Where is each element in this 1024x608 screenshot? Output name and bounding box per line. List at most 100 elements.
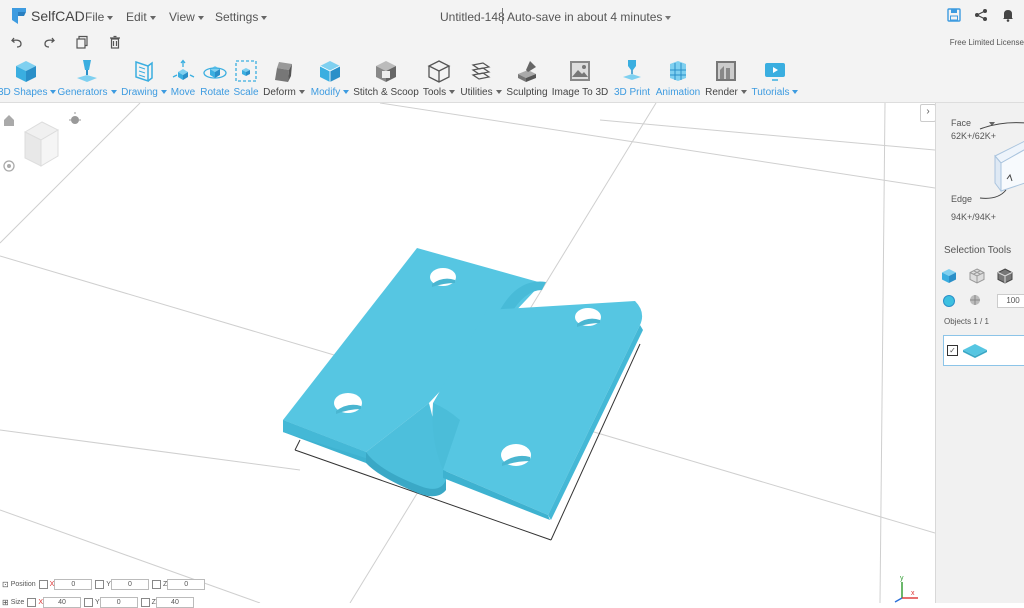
lock-size-y-checkbox[interactable] bbox=[84, 597, 93, 607]
menu-view[interactable]: View bbox=[169, 10, 204, 24]
chevron-down-icon bbox=[197, 15, 204, 20]
tool-rotate-label: Rotate bbox=[200, 87, 230, 98]
menu-edit[interactable]: Edit bbox=[126, 10, 156, 24]
face-pointer-icon bbox=[979, 122, 1024, 130]
edge-count: 94K+/94K+ bbox=[951, 212, 997, 222]
tool-sculpting-label: Sculpting bbox=[506, 87, 548, 98]
chevron-right-icon: › bbox=[926, 106, 930, 117]
app-name: SelfCAD bbox=[31, 8, 85, 24]
object-visibility-checkbox[interactable]: ✓ bbox=[947, 345, 958, 356]
select-face-icon[interactable] bbox=[969, 268, 985, 284]
autosave-text: Auto-save in about 4 minutes bbox=[507, 10, 663, 24]
tool-utilities[interactable]: Utilities bbox=[458, 58, 504, 98]
tool-generators-label: Generators bbox=[57, 87, 108, 98]
tool-modify[interactable]: Modify bbox=[308, 58, 352, 98]
size-z-input[interactable]: 40 bbox=[155, 596, 194, 608]
copy-icon[interactable] bbox=[75, 35, 89, 49]
face-label: Face bbox=[951, 118, 972, 128]
scene-canvas[interactable]: y x bbox=[0, 103, 935, 603]
lock-x-checkbox[interactable] bbox=[38, 579, 48, 589]
tools-icon bbox=[427, 60, 451, 83]
tool-stitch-scoop[interactable]: Stitch & Scoop bbox=[352, 58, 420, 98]
tool-drawing[interactable]: Drawing bbox=[120, 58, 168, 98]
license-label[interactable]: Free Limited License bbox=[950, 38, 1024, 47]
hinge-model[interactable] bbox=[283, 248, 643, 520]
select-edge-icon[interactable] bbox=[997, 268, 1013, 284]
selection-tools-title: Selection Tools bbox=[944, 245, 1012, 256]
size-y-input[interactable]: 0 bbox=[99, 596, 138, 608]
tool-tools[interactable]: Tools bbox=[421, 58, 457, 98]
chevron-down-icon bbox=[50, 90, 57, 95]
tool-move[interactable]: Move bbox=[168, 58, 198, 98]
panel-collapse-button[interactable]: › bbox=[920, 104, 936, 122]
modify-icon bbox=[319, 61, 341, 82]
select-object-icon[interactable] bbox=[941, 268, 957, 284]
position-z-input[interactable]: 0 bbox=[167, 578, 206, 590]
tool-render-label: Render bbox=[705, 87, 738, 98]
position-y-input[interactable]: 0 bbox=[110, 578, 149, 590]
view-cube[interactable] bbox=[23, 121, 60, 167]
size-row: ⊞ Size X 40 Y 0 Z 40 bbox=[2, 596, 194, 608]
brush-radio-icon[interactable] bbox=[943, 295, 955, 307]
menu-file-label: File bbox=[85, 10, 105, 24]
lock-z-checkbox[interactable] bbox=[151, 579, 161, 589]
tool-animation[interactable]: Animation bbox=[654, 58, 702, 98]
tool-deform[interactable]: Deform bbox=[261, 58, 307, 98]
tool-tutorials[interactable]: Tutorials bbox=[750, 58, 800, 98]
tool-image-to-3d[interactable]: Image To 3D bbox=[550, 58, 610, 98]
edit-toolbar bbox=[0, 32, 1024, 54]
chevron-down-icon bbox=[449, 90, 456, 95]
zoom-fit-icon[interactable] bbox=[3, 160, 15, 172]
undo-icon[interactable] bbox=[10, 35, 24, 49]
menu-file[interactable]: File bbox=[85, 10, 114, 24]
edge-label: Edge bbox=[951, 194, 973, 204]
menu-settings[interactable]: Settings bbox=[215, 10, 268, 24]
autosave-status[interactable]: Auto-save in about 4 minutes bbox=[507, 10, 672, 24]
brush-sphere-icon[interactable] bbox=[969, 294, 981, 306]
lock-size-z-checkbox[interactable] bbox=[140, 597, 150, 607]
home-view-icon[interactable] bbox=[4, 115, 14, 126]
redo-icon[interactable] bbox=[42, 35, 56, 49]
tutorials-icon bbox=[765, 63, 785, 81]
main-toolbar: 3D Shapes Generators Drawing Move Rotate… bbox=[0, 54, 1024, 103]
tool-modify-label: Modify bbox=[310, 87, 341, 98]
object-list-item[interactable]: ✓ bbox=[943, 335, 1024, 366]
tool-animation-label: Animation bbox=[655, 87, 701, 98]
menu-settings-label: Settings bbox=[215, 10, 259, 24]
svg-text:y: y bbox=[900, 575, 904, 582]
tool-scale[interactable]: Scale bbox=[232, 58, 260, 98]
tool-utilities-label: Utilities bbox=[460, 87, 493, 98]
menu-edit-label: Edit bbox=[126, 10, 147, 24]
edge-pointer-icon bbox=[979, 189, 1007, 199]
image-icon bbox=[570, 61, 590, 81]
selfcad-logo[interactable]: SelfCAD bbox=[10, 6, 85, 26]
delete-icon[interactable] bbox=[108, 35, 122, 49]
object-thumbnail bbox=[963, 344, 987, 358]
size-x-input[interactable]: 40 bbox=[43, 596, 81, 608]
brush-size-input[interactable]: 100 bbox=[997, 294, 1024, 308]
scale-icon bbox=[235, 60, 257, 82]
lock-size-x-checkbox[interactable] bbox=[27, 597, 37, 607]
tool-render[interactable]: Render bbox=[704, 58, 748, 98]
animation-icon bbox=[670, 61, 686, 81]
tool-rotate[interactable]: Rotate bbox=[199, 58, 231, 98]
document-title[interactable]: Untitled-148 bbox=[440, 10, 505, 24]
3d-viewport[interactable]: y x bbox=[0, 103, 935, 603]
save-icon[interactable] bbox=[947, 8, 961, 22]
position-x-input[interactable]: 0 bbox=[54, 578, 93, 590]
render-icon bbox=[716, 61, 736, 81]
share-icon[interactable] bbox=[974, 8, 988, 22]
stitch-scoop-icon bbox=[376, 61, 396, 82]
tool-3d-print[interactable]: 3D Print bbox=[611, 58, 653, 98]
tool-3d-shapes-label: 3D Shapes bbox=[0, 87, 48, 98]
lock-y-checkbox[interactable] bbox=[95, 579, 105, 589]
tool-generators[interactable]: Generators bbox=[57, 58, 117, 98]
chevron-down-icon bbox=[343, 90, 350, 95]
tool-sculpting[interactable]: Sculpting bbox=[505, 58, 549, 98]
bell-icon[interactable] bbox=[1001, 8, 1015, 22]
menu-view-label: View bbox=[169, 10, 195, 24]
objects-count: Objects 1 / 1 bbox=[944, 317, 989, 326]
tool-deform-label: Deform bbox=[263, 87, 296, 98]
tool-3d-shapes[interactable]: 3D Shapes bbox=[0, 58, 57, 98]
light-icon[interactable] bbox=[69, 112, 81, 124]
